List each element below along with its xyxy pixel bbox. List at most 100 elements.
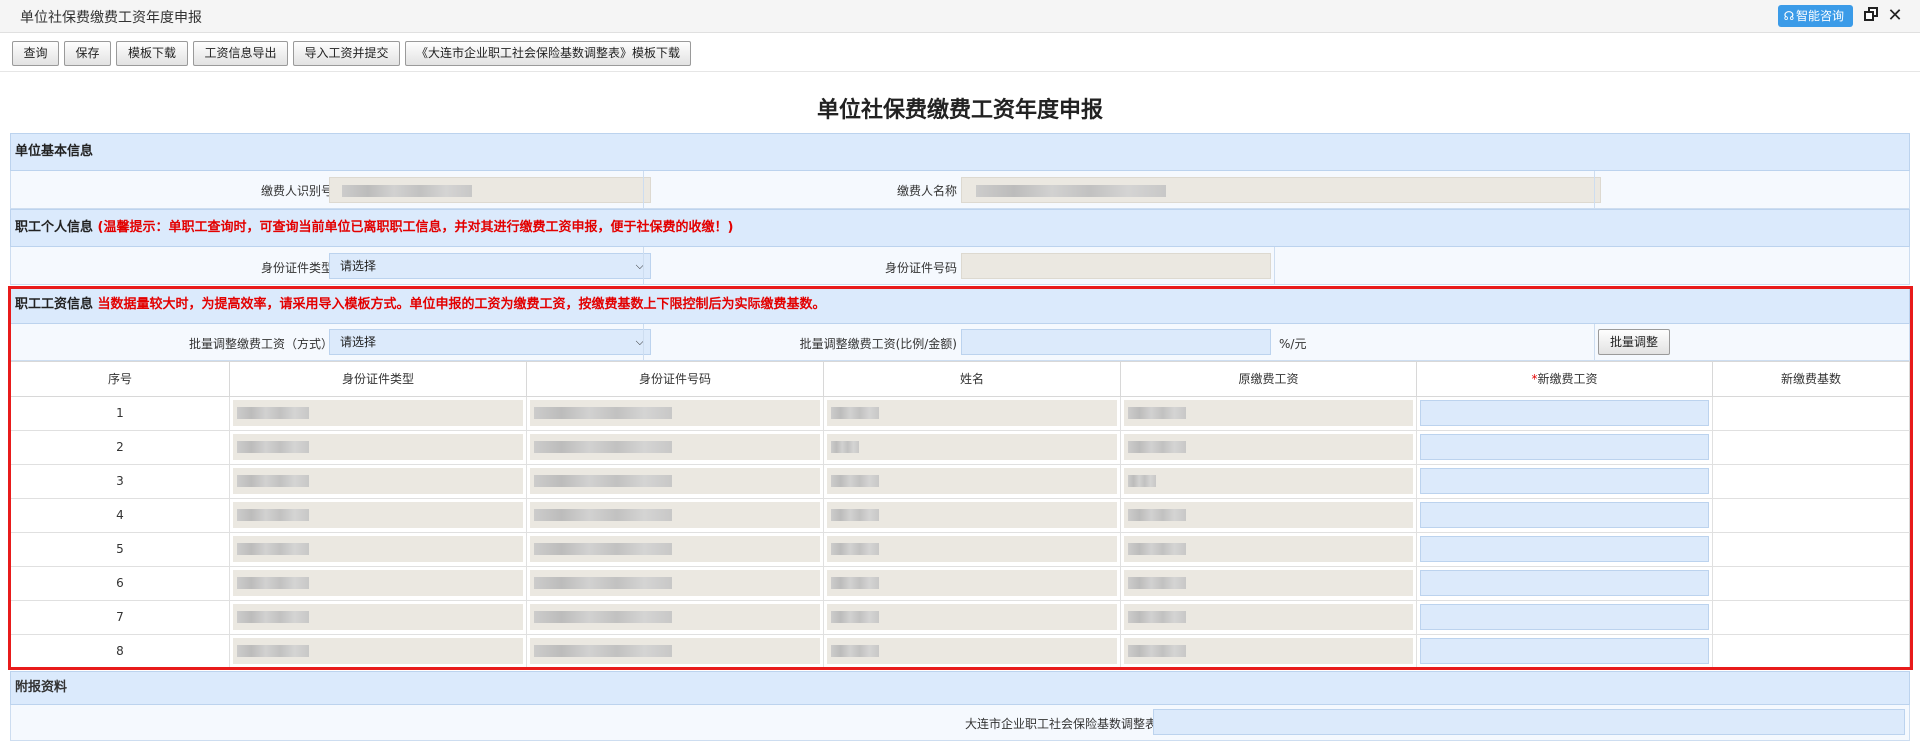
row-seq: 2 bbox=[11, 431, 230, 464]
col-new-base: 新缴费基数 bbox=[1780, 372, 1841, 386]
personal-info-row: 身份证件类型 请选择 ⌵ 身份证件号码 bbox=[10, 247, 1910, 285]
unit-info-header: 单位基本信息 bbox=[10, 133, 1910, 171]
row-original-wage bbox=[1121, 601, 1417, 634]
id-type-label: 身份证件类型 bbox=[260, 261, 333, 275]
page-title: 单位社保费缴费工资年度申报 bbox=[816, 98, 1103, 123]
row-name bbox=[824, 635, 1121, 668]
row-new-wage-input[interactable] bbox=[1417, 601, 1713, 634]
row-new-base bbox=[1713, 431, 1909, 464]
row-seq: 3 bbox=[11, 465, 230, 498]
close-icon[interactable]: ✕ bbox=[1886, 7, 1904, 25]
row-new-base bbox=[1713, 465, 1909, 498]
row-id-number bbox=[527, 567, 824, 600]
row-new-wage-input[interactable] bbox=[1417, 499, 1713, 532]
window-titlebar: 单位社保费缴费工资年度申报 ☊ 智能咨询 ✕ bbox=[0, 0, 1920, 33]
wage-info-title: 职工工资信息 bbox=[15, 297, 94, 312]
personal-info-tip: (温馨提示：单职工查询时，可查询当前单位已离职职工信息，并对其进行缴费工资申报，… bbox=[97, 220, 734, 235]
attachments-header: 附报资料 bbox=[10, 671, 1910, 705]
row-new-base bbox=[1713, 567, 1909, 600]
restore-icon[interactable] bbox=[1862, 7, 1880, 25]
col-new-wage: *新缴费工资 bbox=[1417, 362, 1713, 396]
row-new-wage-input[interactable] bbox=[1417, 397, 1713, 430]
row-id-number bbox=[527, 397, 824, 430]
row-original-wage bbox=[1121, 533, 1417, 566]
wage-info-header: 职工工资信息 当数据量较大时，为提高效率，请采用导入模板方式。单位申报的工资为缴… bbox=[10, 286, 1910, 324]
id-number-field[interactable] bbox=[961, 253, 1271, 279]
row-original-wage bbox=[1121, 465, 1417, 498]
row-seq: 7 bbox=[11, 601, 230, 634]
batch-mode-label: 批量调整缴费工资（方式） bbox=[188, 337, 333, 351]
row-new-base bbox=[1713, 533, 1909, 566]
col-seq: 序号 bbox=[11, 362, 230, 396]
adjustment-table-template-button[interactable]: 《大连市企业职工社会保险基数调整表》模板下载 bbox=[405, 41, 691, 66]
batch-amount-input[interactable] bbox=[961, 329, 1271, 355]
row-id-number bbox=[527, 533, 824, 566]
row-original-wage bbox=[1121, 635, 1417, 668]
template-download-button[interactable]: 模板下载 bbox=[116, 41, 188, 66]
adjustment-table-label: 大连市企业职工社会保险基数调整表 bbox=[964, 717, 1157, 731]
row-id-type bbox=[230, 431, 527, 464]
row-original-wage bbox=[1121, 567, 1417, 600]
row-new-wage-input[interactable] bbox=[1417, 567, 1713, 600]
row-id-number bbox=[527, 635, 824, 668]
import-submit-button[interactable]: 导入工资并提交 bbox=[293, 41, 400, 66]
payer-name-field bbox=[961, 177, 1601, 203]
row-id-number bbox=[527, 601, 824, 634]
toolbar: 查询 保存 模板下载 工资信息导出 导入工资并提交 《大连市企业职工社会保险基数… bbox=[0, 33, 1920, 72]
batch-amount-unit: %/元 bbox=[1279, 337, 1307, 351]
smart-consult-label: 智能咨询 bbox=[1796, 9, 1845, 23]
wage-info-tip: 当数据量较大时，为提高效率，请采用导入模板方式。单位申报的工资为缴费工资，按缴费… bbox=[97, 297, 826, 312]
row-new-wage-input[interactable] bbox=[1417, 431, 1713, 464]
col-name: 姓名 bbox=[824, 362, 1121, 396]
id-number-label: 身份证件号码 bbox=[884, 261, 957, 275]
row-name bbox=[824, 431, 1121, 464]
smart-consult-button[interactable]: ☊ 智能咨询 bbox=[1778, 5, 1853, 27]
row-name bbox=[824, 567, 1121, 600]
table-row: 6 bbox=[10, 567, 1910, 601]
payer-id-field bbox=[329, 177, 651, 203]
row-name bbox=[824, 465, 1121, 498]
row-new-wage-input[interactable] bbox=[1417, 533, 1713, 566]
row-original-wage bbox=[1121, 397, 1417, 430]
batch-adjust-row: 批量调整缴费工资（方式） 请选择 ⌵ 批量调整缴费工资(比例/金额) %/元 批… bbox=[10, 324, 1910, 361]
query-button[interactable]: 查询 bbox=[12, 41, 59, 66]
wage-export-button[interactable]: 工资信息导出 bbox=[193, 41, 288, 66]
row-id-type bbox=[230, 465, 527, 498]
table-row: 4 bbox=[10, 499, 1910, 533]
col-original-wage: 原缴费工资 bbox=[1121, 362, 1417, 396]
row-new-base bbox=[1713, 397, 1909, 430]
headset-icon: ☊ bbox=[1783, 9, 1795, 23]
row-seq: 8 bbox=[11, 635, 230, 668]
row-seq: 1 bbox=[11, 397, 230, 430]
window-title: 单位社保费缴费工资年度申报 bbox=[20, 10, 202, 26]
row-id-number bbox=[527, 465, 824, 498]
table-row: 1 bbox=[10, 397, 1910, 431]
batch-adjust-button[interactable]: 批量调整 bbox=[1598, 329, 1670, 355]
personal-info-header: 职工个人信息 (温馨提示：单职工查询时，可查询当前单位已离职职工信息，并对其进行… bbox=[10, 209, 1910, 247]
col-new-wage-label: 新缴费工资 bbox=[1537, 372, 1598, 386]
unit-info-row: 缴费人识别号 缴费人名称 bbox=[10, 171, 1910, 209]
col-id-number: 身份证件号码 bbox=[527, 362, 824, 396]
row-new-base bbox=[1713, 635, 1909, 668]
row-seq: 6 bbox=[11, 567, 230, 600]
adjustment-table-upload[interactable] bbox=[1153, 709, 1905, 735]
batch-mode-select[interactable]: 请选择 ⌵ bbox=[329, 329, 651, 355]
batch-mode-select-value: 请选择 bbox=[340, 335, 377, 349]
row-new-wage-input[interactable] bbox=[1417, 465, 1713, 498]
row-id-type bbox=[230, 499, 527, 532]
row-new-wage-input[interactable] bbox=[1417, 635, 1713, 668]
row-original-wage bbox=[1121, 499, 1417, 532]
row-original-wage bbox=[1121, 431, 1417, 464]
payer-name-label: 缴费人名称 bbox=[896, 184, 957, 198]
row-name bbox=[824, 601, 1121, 634]
row-id-number bbox=[527, 499, 824, 532]
row-id-type bbox=[230, 635, 527, 668]
row-name bbox=[824, 533, 1121, 566]
attachments-title: 附报资料 bbox=[15, 680, 68, 695]
table-row: 3 bbox=[10, 465, 1910, 499]
save-button[interactable]: 保存 bbox=[64, 41, 111, 66]
row-id-type bbox=[230, 533, 527, 566]
row-id-type bbox=[230, 567, 527, 600]
id-type-select[interactable]: 请选择 ⌵ bbox=[329, 253, 651, 279]
personal-info-title: 职工个人信息 bbox=[15, 220, 94, 235]
